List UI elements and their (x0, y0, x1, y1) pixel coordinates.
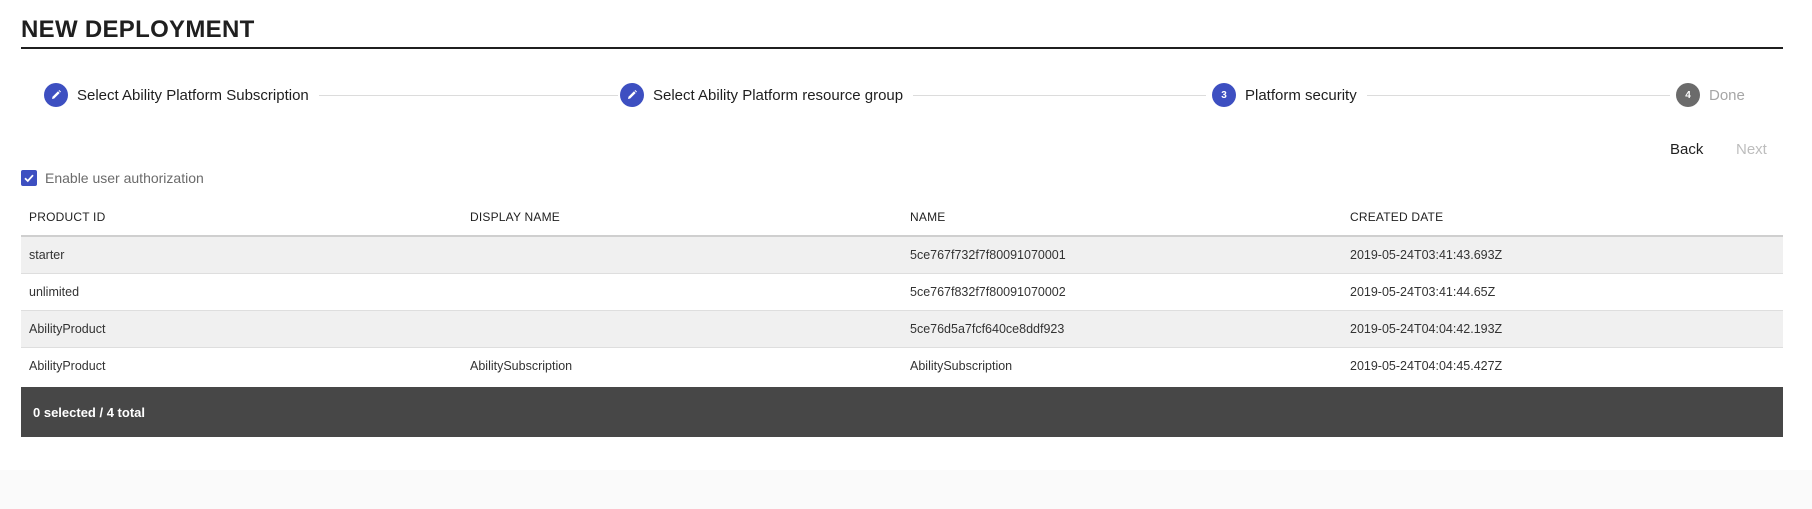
cell-created-date: 2019-05-24T04:04:42.193Z (1350, 322, 1503, 336)
cell-display-name: AbilitySubscription (470, 359, 573, 373)
table-row[interactable]: unlimited 5ce767f832f7f80091070002 2019-… (21, 274, 1783, 311)
cell-name: 5ce76d5a7fcf640ce8ddf923 (910, 322, 1065, 336)
step-label: Platform security (1245, 86, 1357, 104)
table-row[interactable]: AbilityProduct AbilitySubscription Abili… (21, 348, 1783, 384)
step-label: Select Ability Platform resource group (653, 86, 904, 104)
step-number-badge: 4 (1676, 83, 1700, 107)
cell-created-date: 2019-05-24T03:41:44.65Z (1350, 285, 1496, 299)
step-label: Done (1709, 86, 1745, 104)
selection-count: 0 selected / 4 total (33, 404, 145, 420)
selection-summary-bar: 0 selected / 4 total (21, 387, 1783, 437)
table-row[interactable]: AbilityProduct 5ce76d5a7fcf640ce8ddf923 … (21, 311, 1783, 348)
cell-product-id: unlimited (29, 285, 80, 299)
step-connector (886, 95, 1206, 96)
cell-name: 5ce767f732f7f80091070001 (910, 248, 1066, 262)
column-header-display-name[interactable]: DISPLAY NAME (462, 210, 902, 224)
step-select-subscription[interactable]: Select Ability Platform Subscription (44, 80, 319, 110)
column-header-product-id[interactable]: PRODUCT ID (21, 210, 462, 224)
column-header-created-date[interactable]: CREATED DATE (1342, 210, 1783, 224)
step-select-resource-group[interactable]: Select Ability Platform resource group (620, 80, 914, 110)
deployment-panel: NEW DEPLOYMENT Select Ability Platform S… (0, 0, 1812, 470)
table-header: PRODUCT ID DISPLAY NAME NAME CREATED DAT… (21, 199, 1783, 237)
cell-product-id: AbilityProduct (29, 322, 106, 336)
cell-name: AbilitySubscription (910, 359, 1013, 373)
cell-product-id: starter (29, 248, 65, 262)
cell-created-date: 2019-05-24T04:04:45.427Z (1350, 359, 1503, 373)
step-connector (300, 95, 618, 96)
checkbox-label: Enable user authorization (45, 170, 204, 186)
cell-product-id: AbilityProduct (29, 359, 106, 373)
step-label: Select Ability Platform Subscription (77, 86, 309, 104)
products-table: PRODUCT ID DISPLAY NAME NAME CREATED DAT… (21, 199, 1783, 384)
next-button[interactable]: Next (1730, 137, 1773, 162)
page-background (0, 470, 1812, 509)
page-title: NEW DEPLOYMENT (21, 16, 255, 43)
cell-name: 5ce767f832f7f80091070002 (910, 285, 1066, 299)
pencil-icon (44, 83, 68, 107)
cell-created-date: 2019-05-24T03:41:43.693Z (1350, 248, 1503, 262)
step-connector (1360, 95, 1670, 96)
pencil-icon (620, 83, 644, 107)
enable-user-authorization[interactable]: Enable user authorization (21, 170, 204, 186)
column-header-name[interactable]: NAME (902, 210, 1342, 224)
table-row[interactable]: starter 5ce767f732f7f80091070001 2019-05… (21, 237, 1783, 274)
step-platform-security[interactable]: 3 Platform security (1212, 80, 1367, 110)
back-button[interactable]: Back (1664, 137, 1709, 162)
title-divider (21, 47, 1783, 49)
checkbox-checked-icon[interactable] (21, 170, 37, 186)
stepper: Select Ability Platform Subscription Sel… (0, 80, 1812, 110)
step-number-badge: 3 (1212, 83, 1236, 107)
step-done: 4 Done (1676, 80, 1755, 110)
